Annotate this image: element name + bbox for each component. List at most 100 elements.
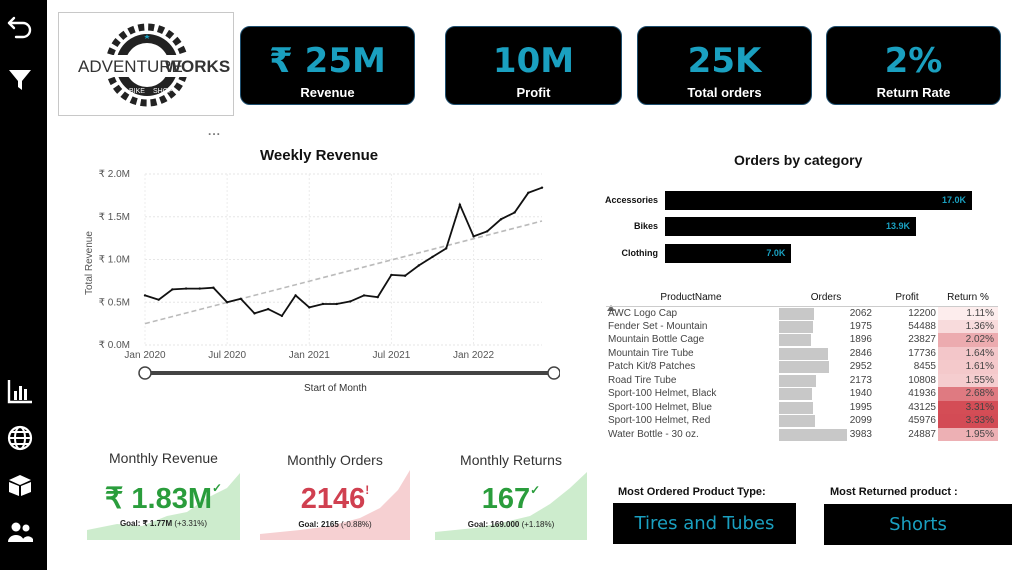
bar-chart-icon[interactable]	[6, 377, 34, 405]
data-point[interactable]	[349, 300, 352, 303]
table-row[interactable]: Patch Kit/8 Patches 2952 8455 1.61%	[606, 360, 998, 374]
data-point[interactable]	[390, 273, 393, 277]
data-point[interactable]	[171, 288, 174, 291]
orders-cell: 2952	[776, 360, 876, 374]
kpi-value: 10M	[492, 41, 575, 81]
y-axis-title: Total Revenue	[84, 231, 95, 295]
data-point[interactable]	[403, 274, 407, 277]
data-point[interactable]	[486, 230, 489, 233]
table-row[interactable]: Water Bottle - 30 oz. 3983 24887 1.95%	[606, 427, 998, 441]
orders-databar	[779, 374, 817, 387]
data-point[interactable]	[294, 294, 297, 297]
column-header-orders[interactable]: Orders	[776, 290, 876, 307]
data-point[interactable]	[239, 297, 243, 301]
kpi-label: Profit	[516, 85, 551, 100]
product-name-cell: Sport-100 Helmet, Blue	[608, 401, 712, 413]
table-row[interactable]: Sport-100 Helmet, Black 1940 41936 2.68%	[606, 387, 998, 401]
data-point[interactable]	[267, 307, 270, 311]
orders-databar	[779, 388, 813, 400]
kpi-value: 2%	[884, 41, 943, 81]
kpi-card-total-orders[interactable]: 25K Total orders	[637, 26, 812, 105]
data-point[interactable]	[321, 302, 325, 306]
table-row[interactable]: Mountain Bottle Cage 1896 23827 2.02%	[606, 333, 998, 347]
slider-end-handle[interactable]	[547, 366, 560, 380]
data-point[interactable]	[157, 298, 160, 301]
y-tick-label: ₹ 1.5M	[99, 212, 130, 223]
product-name-cell: Fender Set - Mountain	[608, 320, 708, 332]
data-point[interactable]	[198, 287, 201, 290]
most-ordered-card[interactable]: Tires and Tubes	[613, 503, 796, 544]
table-row[interactable]: Sport-100 Helmet, Blue 1995 43125 3.31%	[606, 400, 998, 414]
data-point[interactable]	[513, 211, 516, 214]
table-row[interactable]: Fender Set - Mountain 1975 54488 1.36%	[606, 319, 998, 334]
data-point[interactable]	[527, 191, 530, 195]
monthly-returns-title: Monthly Returns	[460, 452, 562, 468]
orders-cell: 2173	[776, 374, 876, 388]
profit-cell: 17736	[908, 347, 936, 359]
category-bar[interactable]: 17.0K	[665, 191, 972, 210]
back-arrow-icon[interactable]	[6, 12, 34, 40]
data-point[interactable]	[362, 294, 366, 297]
table-row[interactable]: Road Tire Tube 2173 10808 1.55%	[606, 373, 998, 388]
monthly-revenue-title: Monthly Revenue	[109, 450, 218, 466]
x-tick-label: Jan 2022	[453, 350, 495, 361]
data-point[interactable]	[499, 218, 503, 221]
monthly-returns-value: 167✓	[481, 483, 541, 515]
kpi-card-return-rate[interactable]: 2% Return Rate	[826, 26, 1001, 105]
box-icon[interactable]	[6, 471, 34, 499]
data-point[interactable]	[458, 203, 462, 206]
category-bar[interactable]: 7.0K	[665, 244, 792, 263]
data-point[interactable]	[225, 301, 229, 304]
column-header-productname[interactable]: ProductName	[606, 290, 776, 307]
more-options-button[interactable]: ...	[208, 124, 221, 138]
monthly-revenue-goal: Goal: ₹ 1.77M (+3.31%)	[119, 519, 208, 528]
weekly-revenue-chart[interactable]: Total Revenue Start of Month ₹ 2.0M ₹ 1.5…	[80, 160, 560, 420]
globe-icon[interactable]	[6, 424, 34, 452]
slider-start-handle[interactable]	[138, 366, 152, 380]
gear-logo-icon: ADVENTURE WORKS BIKE SHOP	[69, 23, 230, 107]
data-point[interactable]	[212, 286, 215, 289]
data-point[interactable]	[253, 312, 256, 315]
table-header-row: ProductName Orders Profit Return %	[606, 290, 998, 307]
product-name-cell: Mountain Bottle Cage	[608, 334, 705, 346]
orders-databar	[779, 347, 828, 360]
users-icon[interactable]	[6, 518, 34, 546]
return-pct-cell: 1.55%	[938, 373, 998, 387]
data-point[interactable]	[540, 186, 544, 189]
filter-icon[interactable]	[6, 66, 34, 94]
table-row[interactable]: Sport-100 Helmet, Red 2099 45976 3.33%	[606, 414, 998, 428]
table-row[interactable]: AWC Logo Cap 2062 12200 1.11%	[606, 306, 998, 320]
revenue-series-line[interactable]	[144, 186, 543, 318]
data-point[interactable]	[444, 247, 448, 250]
data-point[interactable]	[417, 264, 420, 267]
data-point[interactable]	[143, 294, 147, 297]
kpi-label: Total orders	[687, 85, 762, 100]
data-point[interactable]	[335, 302, 338, 306]
profit-cell: 41936	[908, 388, 936, 400]
category-bar[interactable]: 13.9K	[665, 217, 917, 236]
profit-cell: 8455	[913, 361, 936, 373]
orders-cell: 1896	[776, 333, 876, 347]
table-row[interactable]: Mountain Tire Tube 2846 17736 1.64%	[606, 346, 998, 360]
profit-cell: 43125	[908, 401, 936, 413]
data-point[interactable]	[308, 306, 311, 309]
product-name-cell: Mountain Tire Tube	[608, 347, 694, 359]
orders-cell: 1975	[776, 320, 876, 334]
orders-databar	[779, 307, 815, 320]
kpi-card-revenue[interactable]: ₹ 25M Revenue	[240, 26, 415, 105]
most-returned-card[interactable]: Shorts	[824, 504, 1012, 545]
kpi-card-profit[interactable]: 10M Profit	[445, 26, 622, 105]
column-header-profit[interactable]: Profit	[876, 290, 938, 307]
orders-databar	[779, 428, 847, 441]
data-point[interactable]	[431, 255, 434, 259]
bar-data-label: 7.0K	[766, 248, 786, 258]
data-point[interactable]	[280, 314, 284, 318]
monthly-orders-title: Monthly Orders	[287, 452, 383, 468]
data-point[interactable]	[184, 287, 188, 290]
column-header-return-pct[interactable]: Return %	[938, 290, 998, 307]
data-point[interactable]	[376, 295, 379, 299]
left-nav-rail	[0, 0, 47, 570]
product-name-cell: Sport-100 Helmet, Black	[608, 388, 717, 400]
bar-data-label: 13.9K	[885, 221, 911, 231]
data-point[interactable]	[472, 235, 475, 238]
